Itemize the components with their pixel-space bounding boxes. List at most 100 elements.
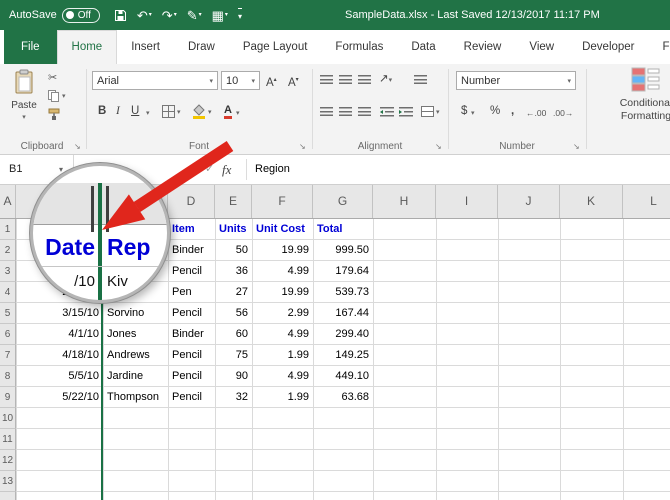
increase-indent-button[interactable] (399, 107, 413, 117)
tab-page-layout[interactable]: Page Layout (229, 30, 322, 64)
cell-E8[interactable]: 90 (216, 366, 251, 386)
font-color-dropdown-icon[interactable]: ▾ (236, 109, 240, 117)
tab-draw[interactable]: Draw (174, 30, 229, 64)
align-left-icon[interactable] (320, 107, 333, 116)
alignment-dialog-launcher[interactable]: ↘ (435, 142, 442, 151)
table-tool-button[interactable]: ▦ ▾ (212, 9, 228, 22)
tab-home[interactable]: Home (56, 30, 118, 64)
cut-button[interactable]: ✂ (48, 71, 57, 84)
cell-G3[interactable]: 179.64 (314, 261, 372, 281)
bottom-align-icon[interactable] (358, 75, 371, 84)
tab-review[interactable]: Review (450, 30, 516, 64)
bold-button[interactable]: B (98, 104, 106, 119)
formula-bar-value[interactable]: Region (255, 155, 290, 184)
cell-G9[interactable]: 63.68 (314, 387, 372, 407)
undo-button[interactable]: ↶ ▾ (137, 9, 152, 22)
cell-G7[interactable]: 149.25 (314, 345, 372, 365)
borders-dropdown-icon[interactable]: ▾ (177, 108, 181, 116)
increase-font-size-button[interactable]: A▴ (266, 73, 277, 91)
font-size-select[interactable]: 10 ▾ (221, 71, 260, 90)
cell-G1[interactable]: Total (314, 219, 372, 239)
cell-G2[interactable]: 999.50 (314, 240, 372, 260)
number-format-select[interactable]: Number ▾ (456, 71, 576, 90)
cell-E5[interactable]: 56 (216, 303, 251, 323)
cell-E1[interactable]: Units (216, 219, 251, 239)
cell-C6[interactable]: Jones (104, 324, 167, 344)
cell-E9[interactable]: 32 (216, 387, 251, 407)
cell-F2[interactable]: 19.99 (253, 240, 312, 260)
row-header-13[interactable]: 13 (0, 471, 16, 492)
paste-dropdown-icon[interactable]: ▾ (22, 114, 26, 121)
cell-D9[interactable]: Pencil (169, 387, 214, 407)
tab-insert[interactable]: Insert (117, 30, 174, 64)
cell-F7[interactable]: 1.99 (253, 345, 312, 365)
align-right-icon[interactable] (358, 107, 371, 116)
column-header-A[interactable]: A (0, 185, 16, 218)
row-header-10[interactable]: 10 (0, 408, 16, 429)
row-header-4[interactable]: 4 (0, 282, 16, 303)
cancel-button[interactable]: × (189, 155, 195, 184)
tab-developer[interactable]: Developer (568, 30, 648, 64)
copy-button[interactable]: ▾ (48, 90, 66, 102)
cell-A8[interactable]: 5/5/10 (17, 366, 102, 386)
cell-D5[interactable]: Pencil (169, 303, 214, 323)
tab-data[interactable]: Data (397, 30, 449, 64)
row-header-1[interactable]: 1 (0, 219, 16, 240)
column-header-F[interactable]: F (252, 185, 313, 218)
cell-C9[interactable]: Thompson (104, 387, 167, 407)
currency-dropdown-icon[interactable]: ▾ (471, 109, 475, 117)
fill-color-dropdown-icon[interactable]: ▾ (208, 108, 212, 116)
merge-dropdown-icon[interactable]: ▾ (436, 108, 440, 116)
cell-C7[interactable]: Andrews (104, 345, 167, 365)
row-header-12[interactable]: 12 (0, 450, 16, 471)
row-header-2[interactable]: 2 (0, 240, 16, 261)
cell-F6[interactable]: 4.99 (253, 324, 312, 344)
cell-E7[interactable]: 75 (216, 345, 251, 365)
column-header-G[interactable]: G (313, 185, 373, 218)
ink-dropdown-icon[interactable]: ▾ (199, 9, 202, 22)
cell-A7[interactable]: 4/18/10 (17, 345, 102, 365)
cell-A6[interactable]: 4/1/10 (17, 324, 102, 344)
cell-D1[interactable]: Item (169, 219, 214, 239)
italic-button[interactable]: I (116, 104, 120, 119)
cell-E2[interactable]: 50 (216, 240, 251, 260)
tab-file[interactable]: File (4, 30, 57, 64)
middle-align-icon[interactable] (339, 75, 352, 84)
decrease-decimal-button[interactable]: .00→ (553, 108, 573, 118)
decrease-indent-button[interactable] (380, 107, 394, 117)
row-header-5[interactable]: 5 (0, 303, 16, 324)
tab-fox[interactable]: Fox (649, 30, 670, 64)
font-name-select[interactable]: Arial ▾ (92, 71, 218, 90)
percent-style-button[interactable]: % (490, 104, 500, 119)
save-icon[interactable] (114, 9, 127, 22)
column-header-E[interactable]: E (215, 185, 252, 218)
number-dialog-launcher[interactable]: ↘ (573, 142, 580, 151)
cell-G4[interactable]: 539.73 (314, 282, 372, 302)
cell-D3[interactable]: Pencil (169, 261, 214, 281)
cell-E4[interactable]: 27 (216, 282, 251, 302)
cell-F9[interactable]: 1.99 (253, 387, 312, 407)
cell-F3[interactable]: 4.99 (253, 261, 312, 281)
decrease-font-size-button[interactable]: A▾ (288, 73, 299, 91)
enter-button[interactable]: ✓ (205, 155, 214, 184)
cell-G5[interactable]: 167.44 (314, 303, 372, 323)
column-header-I[interactable]: I (436, 185, 498, 218)
cell-E6[interactable]: 60 (216, 324, 251, 344)
undo-dropdown-icon[interactable]: ▾ (149, 9, 152, 22)
redo-dropdown-icon[interactable]: ▾ (174, 9, 177, 22)
font-dialog-launcher[interactable]: ↘ (299, 142, 306, 151)
format-painter-button[interactable] (48, 108, 60, 121)
tab-view[interactable]: View (515, 30, 568, 64)
align-center-icon[interactable] (339, 107, 352, 116)
conditional-formatting-button[interactable]: Conditional Formatting (594, 67, 670, 149)
cell-G8[interactable]: 449.10 (314, 366, 372, 386)
orientation-button[interactable]: ↗▾ (379, 72, 392, 88)
row-header-3[interactable]: 3 (0, 261, 16, 282)
increase-decimal-button[interactable]: ←.00 (526, 108, 546, 118)
column-header-K[interactable]: K (560, 185, 623, 218)
copy-dropdown-icon[interactable]: ▾ (62, 92, 66, 100)
underline-button[interactable]: U (131, 104, 139, 119)
cell-F5[interactable]: 2.99 (253, 303, 312, 323)
table-dropdown-icon[interactable]: ▾ (225, 9, 228, 22)
paste-button[interactable]: Paste ▾ (6, 69, 42, 135)
